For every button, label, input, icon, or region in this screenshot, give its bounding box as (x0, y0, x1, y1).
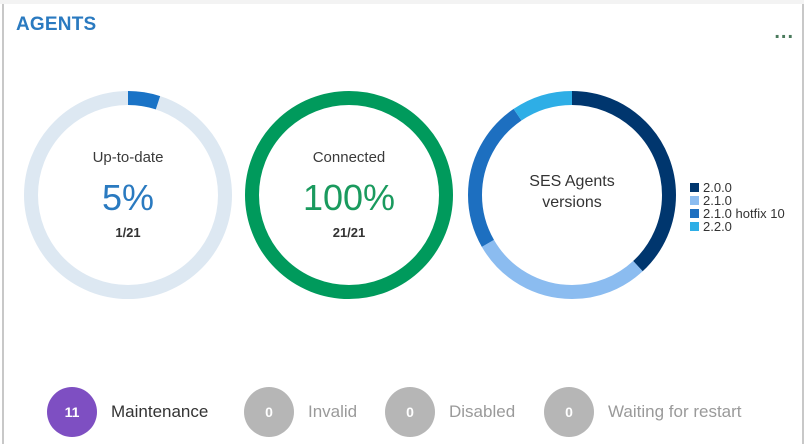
agents-card: AGENTS ... Up-to-date 5% 1/21 Connected … (0, 0, 804, 444)
disabled-count-badge: 0 (385, 387, 435, 437)
legend-swatch (690, 222, 699, 231)
up-to-date-label: Up-to-date (92, 149, 164, 166)
invalid-count-badge: 0 (244, 387, 294, 437)
waiting-count-badge: 0 (544, 387, 594, 437)
status-invalid[interactable]: 0 Invalid (244, 387, 357, 437)
status-waiting-for-restart[interactable]: 0 Waiting for restart (544, 387, 742, 437)
card-border-left (2, 4, 4, 444)
legend-swatch (690, 183, 699, 192)
maintenance-count-badge: 11 (47, 387, 97, 437)
connected-label: Connected (312, 149, 386, 166)
disabled-label: Disabled (449, 402, 516, 421)
status-maintenance[interactable]: 11 Maintenance (47, 387, 208, 437)
versions-legend: 2.0.0 2.1.0 2.1.0 hotfix 10 2.2.0 (690, 181, 785, 233)
top-edge (0, 0, 804, 4)
maintenance-label: Maintenance (111, 402, 209, 421)
versions-label-line1: SES Agents (529, 173, 615, 190)
versions-label-line2: versions (542, 194, 602, 211)
invalid-label: Invalid (308, 402, 358, 421)
waiting-label: Waiting for restart (608, 402, 742, 421)
legend-item[interactable]: 2.2.0 (690, 220, 785, 233)
legend-swatch (690, 196, 699, 205)
versions-label: SES Agents versions (466, 171, 678, 213)
legend-swatch (690, 209, 699, 218)
up-to-date-donut[interactable]: Up-to-date 5% 1/21 (22, 89, 234, 301)
status-row: 11 Maintenance 0 Invalid 0 Disabled 0 Wa… (0, 387, 804, 437)
status-disabled[interactable]: 0 Disabled (385, 387, 515, 437)
card-title: AGENTS (16, 14, 97, 35)
up-to-date-percent: 5% (101, 177, 155, 218)
up-to-date-count: 1/21 (115, 225, 141, 240)
connected-count: 21/21 (332, 225, 366, 240)
connected-percent: 100% (302, 177, 396, 218)
versions-donut[interactable]: SES Agents versions (466, 89, 678, 301)
legend-label: 2.2.0 (703, 219, 732, 234)
more-options-icon[interactable]: ... (774, 22, 794, 42)
connected-donut[interactable]: Connected 100% 21/21 (243, 89, 455, 301)
